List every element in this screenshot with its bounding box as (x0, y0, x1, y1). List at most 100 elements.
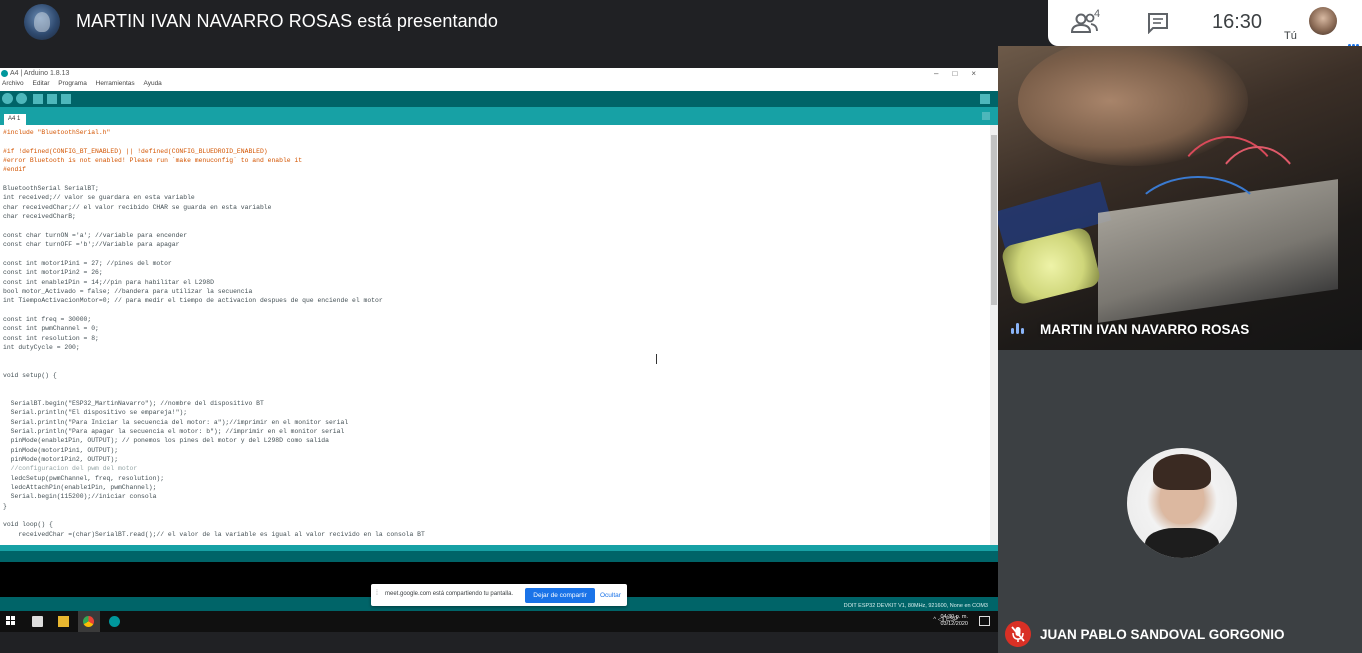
code-line: char receivedChar;// el valor recibido C… (3, 203, 272, 211)
store-icon[interactable] (32, 616, 43, 627)
code-line: const int resolution = 8; (3, 334, 99, 342)
self-avatar[interactable] (1309, 7, 1337, 35)
taskbar-clock[interactable]: 04:30 p. m. 03/12/2020 (940, 614, 968, 628)
video-wire (1128, 176, 1268, 276)
ide-tabbar: A4 1 (0, 107, 998, 125)
code-line: const int enable1Pin = 14;//pin para hab… (3, 278, 214, 286)
ide-window-title: A4 | Arduino 1.8.13 (10, 70, 70, 77)
serial-monitor-icon[interactable] (980, 94, 990, 104)
code-line: ledcSetup(pwmChannel, freq, resolution); (3, 474, 165, 482)
meeting-clock: 16:30 (1212, 11, 1263, 33)
code-line: int dutyCycle = 200; (3, 343, 80, 351)
menu-editar[interactable]: Editar (33, 80, 50, 87)
notifications-icon[interactable] (979, 616, 990, 626)
code-line: #endif (3, 166, 27, 174)
screen-share-notice: ⁞ meet.google.com está compartiendo tu p… (371, 584, 627, 606)
message-area (0, 551, 998, 562)
code-line: const int motor1Pin1 = 27; //pines del m… (3, 259, 172, 267)
save-sketch-icon[interactable] (61, 94, 71, 104)
code-text: #include "BluetoothSerial.h" #if !define… (0, 125, 990, 539)
code-line: void loop() { (3, 521, 53, 529)
code-line: pinMode(motor1Pin2, OUTPUT); (3, 456, 119, 464)
code-line: receivedChar =(char)SerialBT.read();// e… (3, 530, 425, 538)
presenter-bar: MARTIN IVAN NAVARRO ROSAS está presentan… (0, 0, 1000, 46)
chrome-icon (83, 616, 94, 627)
chat-icon[interactable] (1147, 12, 1169, 34)
code-line: const char turnOFF ='b';//Variable para … (3, 241, 180, 249)
code-line: ledcAttachPin(enable1Pin, pwmChannel); (3, 484, 157, 492)
menu-herramientas[interactable]: Herramientas (96, 80, 135, 87)
taskbar-date: 03/12/2020 (940, 621, 968, 627)
new-sketch-icon[interactable] (33, 94, 43, 104)
code-line: char receivedCharB; (3, 213, 76, 221)
code-line: const int pwmChannel = 0; (3, 325, 99, 333)
presenting-text: MARTIN IVAN NAVARRO ROSAS está presentan… (76, 11, 499, 31)
participant-tile-martin[interactable] (998, 46, 1362, 350)
ide-toolbar (0, 91, 998, 107)
mic-off-icon (1005, 621, 1031, 647)
code-line: //configuracion del pwm del motor (3, 465, 138, 473)
board-info: DOIT ESP32 DEVKIT V1, 80MHz, 921600, Non… (843, 603, 988, 609)
sketch-tab[interactable]: A4 1 (4, 114, 26, 125)
code-line: Serial.println("El dispositivo se empare… (3, 409, 188, 417)
tab-menu-icon[interactable] (982, 112, 990, 120)
scrollbar-thumb[interactable] (991, 135, 997, 305)
self-label: Tú (1284, 30, 1297, 42)
code-line: #include "BluetoothSerial.h" (3, 129, 111, 136)
arduino-logo-icon (1, 70, 8, 77)
code-line: BluetoothSerial SerialBT; (3, 185, 99, 193)
people-count-badge: 4 (1094, 8, 1101, 20)
meet-window: MARTIN IVAN NAVARRO ROSAS está presentan… (0, 0, 1362, 653)
chrome-taskbar-slot[interactable] (78, 611, 100, 632)
menu-ayuda[interactable]: Ayuda (143, 80, 161, 87)
taskbar-time: 04:30 p. m. (940, 614, 968, 620)
editor-scrollbar[interactable] (990, 125, 998, 545)
mouse-cursor-icon (656, 354, 662, 364)
code-line: const int motor1Pin2 = 26; (3, 269, 103, 277)
participant-name: JUAN PABLO SANDOVAL GORGONIO (1040, 627, 1285, 642)
windows-taskbar: ^ ◁) ESP 04:30 p. m. 03/12/2020 (0, 611, 998, 632)
code-line: #error Bluetooth is not enabled! Please … (3, 157, 303, 165)
menu-archivo[interactable]: Archivo (2, 80, 24, 87)
window-controls: –□× (934, 69, 990, 78)
open-sketch-icon[interactable] (47, 94, 57, 104)
arduino-taskbar-icon[interactable] (109, 616, 120, 627)
code-line: Serial.begin(115200);//iniciar consola (3, 493, 157, 501)
code-line: pinMode(enable1Pin, OUTPUT); // ponemos … (3, 437, 329, 445)
hide-notice-button[interactable]: Ocultar (600, 588, 621, 603)
windows-start-icon[interactable] (6, 616, 17, 627)
code-line: bool motor_Activado = false; //bandera p… (3, 287, 253, 295)
code-editor[interactable]: #include "BluetoothSerial.h" #if !define… (0, 125, 990, 545)
code-line: pinMode(motor1Pin1, OUTPUT); (3, 446, 119, 454)
code-line: const int freq = 30000; (3, 315, 92, 323)
verify-icon[interactable] (2, 93, 13, 104)
more-options-icon[interactable] (1348, 34, 1362, 47)
stop-sharing-button[interactable]: Dejar de compartir (525, 588, 595, 603)
file-explorer-icon[interactable] (58, 616, 69, 627)
participant-name: MARTIN IVAN NAVARRO ROSAS (1040, 322, 1250, 337)
upload-icon[interactable] (16, 93, 27, 104)
shared-screen: A4 | Arduino 1.8.13 –□× Archivo Editar P… (0, 68, 998, 632)
code-line: const char turnON ='a'; //variable para … (3, 231, 188, 239)
code-line: Serial.println("Para Iniciar la secuenci… (3, 418, 349, 426)
ide-title-bar: A4 | Arduino 1.8.13 –□× (0, 68, 998, 80)
menu-programa[interactable]: Programa (58, 80, 87, 87)
presenter-avatar (24, 4, 60, 40)
code-line: SerialBT.begin("ESP32_MartinNavarro"); /… (3, 399, 264, 407)
participant-avatar (1127, 448, 1237, 558)
code-line: Serial.println("Para apagar la secuencia… (3, 428, 345, 435)
speaking-indicator-icon (1011, 323, 1027, 336)
code-line: int TiempoActivacionMotor=0; // para med… (3, 297, 383, 305)
drag-handle-icon[interactable]: ⁞ (376, 590, 378, 597)
code-line: int received;// valor se guardara en est… (3, 194, 195, 202)
code-line: #if !defined(CONFIG_BT_ENABLED) || !defi… (3, 147, 268, 155)
